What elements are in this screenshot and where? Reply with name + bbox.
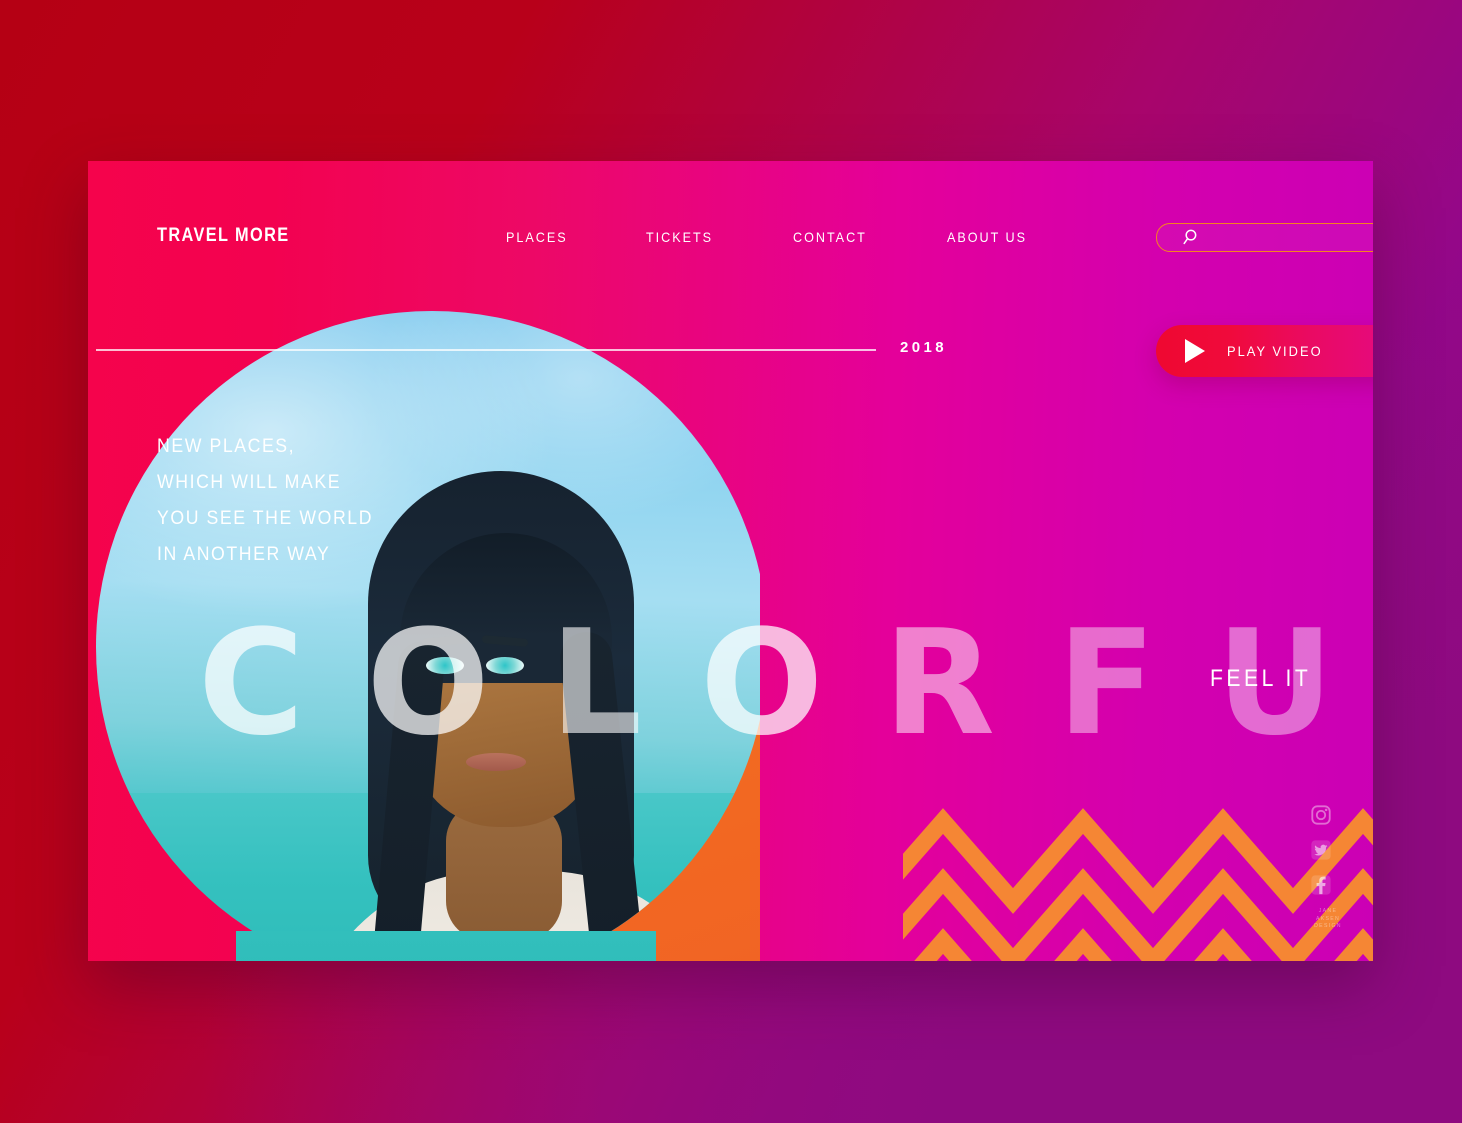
figure-lips bbox=[466, 753, 526, 771]
photo-circle-mask bbox=[96, 311, 760, 961]
headline-letter-5: R bbox=[883, 599, 996, 768]
nav-menu: PLACES TICKETS CONTACT ABOUT US bbox=[506, 229, 1036, 245]
social-links bbox=[1310, 804, 1332, 896]
signature-line-1: JANE bbox=[1318, 908, 1338, 914]
brand-logo[interactable]: TRAVEL MORE bbox=[157, 225, 290, 247]
nav-item-places[interactable]: PLACES bbox=[506, 229, 568, 245]
search-icon bbox=[1183, 229, 1197, 245]
hero-kicker: FEEL IT bbox=[1210, 665, 1312, 692]
nav-item-tickets[interactable]: TICKETS bbox=[646, 229, 713, 245]
tagline-line-1: NEW PLACES, bbox=[157, 436, 296, 457]
tagline-line-3: YOU SEE THE WORLD bbox=[157, 508, 374, 529]
signature-line-2: AKSEN bbox=[1315, 915, 1341, 922]
chevron-svg bbox=[903, 808, 1373, 961]
hero-card: TRAVEL MORE PLACES TICKETS CONTACT ABOUT… bbox=[88, 161, 1373, 961]
nav-item-about-us[interactable]: ABOUT US bbox=[947, 229, 1027, 245]
play-video-button[interactable]: PLAY VIDEO bbox=[1156, 325, 1373, 377]
photo-lower-extension bbox=[236, 931, 656, 961]
search-field[interactable] bbox=[1156, 223, 1373, 252]
play-video-label: PLAY VIDEO bbox=[1227, 343, 1323, 359]
play-triangle-icon bbox=[1185, 339, 1205, 363]
headline-letter-6: F bbox=[1057, 599, 1157, 768]
divider-line bbox=[96, 349, 876, 351]
signature-line-3: DESIGN bbox=[1314, 923, 1342, 930]
year-label: 2018 bbox=[900, 339, 947, 356]
designer-signature: JANE AKSEN DESIGN bbox=[1308, 908, 1348, 931]
figure-eye-left bbox=[426, 657, 464, 674]
instagram-icon[interactable] bbox=[1310, 804, 1332, 826]
screenshot-root: TRAVEL MORE PLACES TICKETS CONTACT ABOUT… bbox=[0, 0, 1462, 1123]
chevron-pattern-decor bbox=[903, 781, 1373, 961]
facebook-icon[interactable] bbox=[1310, 874, 1332, 896]
top-navigation: TRAVEL MORE PLACES TICKETS CONTACT ABOUT… bbox=[88, 161, 1373, 321]
nav-item-contact[interactable]: CONTACT bbox=[793, 229, 867, 245]
tagline-line-2: WHICH WILL MAKE bbox=[157, 472, 342, 493]
figure-eye-right bbox=[486, 657, 524, 674]
tagline-line-4: IN ANOTHER WAY bbox=[157, 544, 331, 565]
twitter-icon[interactable] bbox=[1310, 839, 1332, 861]
hero-tagline: NEW PLACES, WHICH WILL MAKE YOU SEE THE … bbox=[157, 429, 389, 573]
